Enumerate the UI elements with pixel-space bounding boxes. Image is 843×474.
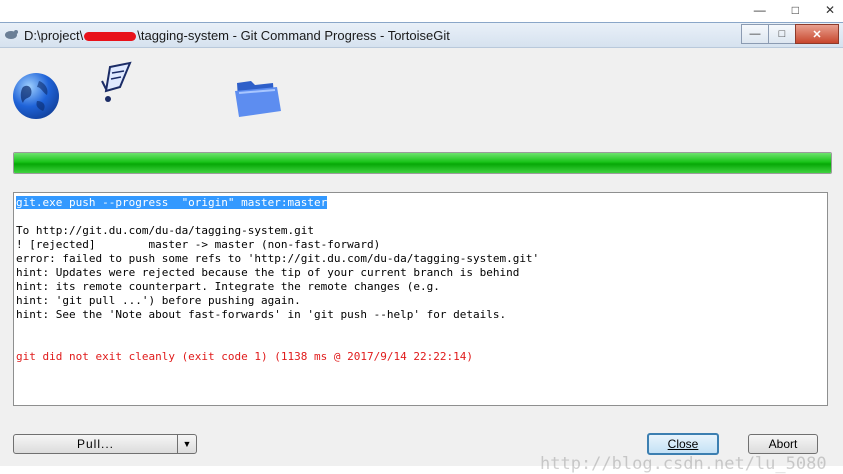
log-line: ! [rejected] master -> master (non-fast-… (16, 238, 381, 251)
abort-button-label: Abort (768, 437, 798, 451)
animation-area (0, 53, 843, 133)
outer-window-strip: — □ ✕ (0, 0, 843, 22)
tortoisegit-icon (5, 30, 18, 39)
minimize-button[interactable]: — (741, 24, 769, 44)
log-line: error: failed to push some refs to 'http… (16, 252, 540, 265)
abort-button[interactable]: Abort (748, 434, 818, 454)
maximize-button[interactable]: □ (768, 24, 796, 44)
pull-button-label: Pull... (76, 437, 114, 451)
log-line: hint: 'git pull ...') before pushing aga… (16, 294, 301, 307)
selected-text: git.exe push --progress "origin" master:… (16, 196, 328, 209)
progress-fill (14, 153, 831, 173)
globe-icon (13, 73, 59, 119)
redacted-mark (84, 32, 137, 42)
log-line: hint: Updates were rejected because the … (16, 266, 520, 279)
chevron-down-icon[interactable]: ▼ (177, 435, 196, 453)
log-line: To http://git.du.com/du-da/tagging-syste… (16, 224, 315, 237)
pull-button[interactable]: Pull... ▼ (13, 434, 197, 454)
log-line: hint: See the 'Note about fast-forwards'… (16, 308, 507, 321)
progress-bar (13, 152, 832, 174)
close-button-label: Close (667, 437, 699, 451)
close-window-button[interactable]: ✕ (795, 24, 839, 44)
title-bar[interactable]: D:\project\ \tagging-system - Git Command… (0, 23, 843, 48)
flying-paper-icon (101, 61, 132, 102)
title-path-suffix: \tagging-system - Git Command Progress -… (137, 28, 450, 43)
window-controls: — □ ✕ (741, 24, 839, 44)
log-line: git.exe push --progress "origin" master:… (16, 196, 825, 210)
log-line: hint: its remote counterpart. Integrate … (16, 280, 440, 293)
log-line: git did not exit cleanly (exit code 1) (… (16, 350, 473, 363)
watermark: http://blog.csdn.net/lu_5080 (540, 454, 827, 474)
output-log[interactable]: git.exe push --progress "origin" master:… (13, 192, 828, 406)
folder-icon (235, 81, 281, 117)
outer-minimize-button[interactable]: — (754, 3, 766, 17)
outer-close-button[interactable]: ✕ (825, 3, 835, 17)
outer-window-controls: — □ ✕ (754, 3, 835, 17)
title-path-prefix: D:\project\ (24, 28, 84, 43)
window-title: D:\project\ \tagging-system - Git Command… (24, 28, 450, 43)
git-progress-dialog: D:\project\ \tagging-system - Git Command… (0, 22, 843, 474)
outer-maximize-button[interactable]: □ (792, 3, 799, 17)
close-button[interactable]: Close (647, 433, 719, 455)
